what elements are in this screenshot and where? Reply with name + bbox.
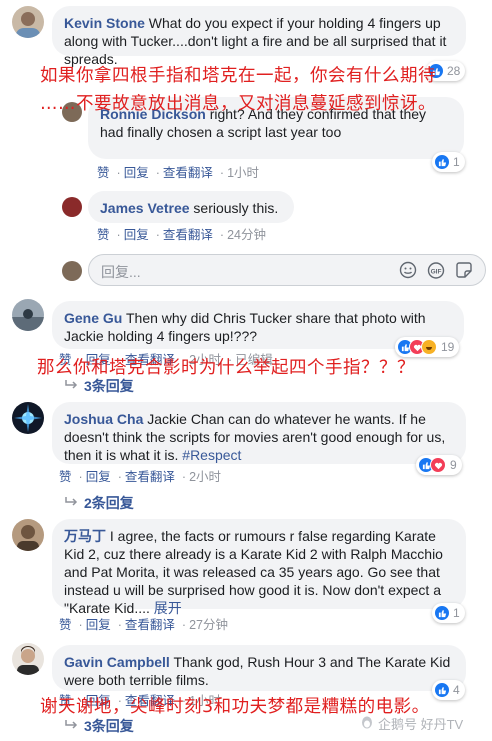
penguin-logo-icon	[360, 715, 374, 732]
replies-count: 3条回复	[84, 378, 134, 394]
like-link[interactable]: 赞	[97, 228, 110, 242]
watermark: 企鹅号 好丹TV	[360, 714, 463, 733]
haha-icon	[421, 339, 437, 355]
translation-overlay: 那么你和塔克合影时为什么举起四个手指？？？	[37, 358, 415, 378]
replies-count: 3条回复	[84, 718, 134, 734]
reply-input[interactable]: 回复... GIF	[88, 254, 486, 286]
avatar	[62, 261, 82, 281]
comment-author[interactable]: Gavin Campbell	[64, 654, 170, 670]
reaction-summary[interactable]: 9	[416, 455, 462, 475]
reply-arrow-icon	[64, 378, 78, 394]
reaction-count: 4	[453, 683, 460, 697]
comment-bubble: Joshua Cha Jackie Chan can do whatever h…	[52, 402, 466, 464]
translate-link[interactable]: 查看翻译	[125, 618, 175, 632]
like-icon	[434, 682, 450, 698]
comment-author[interactable]: 万马丁	[64, 528, 106, 544]
reaction-summary[interactable]: 1	[432, 603, 465, 623]
comment-author[interactable]: Joshua Cha	[64, 411, 143, 427]
reply-arrow-icon	[64, 495, 78, 511]
comment-author[interactable]: Kevin Stone	[64, 15, 145, 31]
translate-link[interactable]: 查看翻译	[163, 166, 213, 180]
reaction-count: 28	[447, 64, 461, 78]
replies-count: 2条回复	[84, 495, 134, 511]
svg-text:GIF: GIF	[431, 269, 442, 276]
avatar[interactable]	[12, 643, 44, 675]
reply-link[interactable]: 回复	[124, 166, 149, 180]
view-replies-link[interactable]: 3条回复	[64, 716, 134, 736]
reaction-count: 1	[453, 606, 460, 620]
like-icon	[434, 605, 450, 621]
like-link[interactable]: 赞	[59, 618, 72, 632]
reaction-count: 9	[450, 458, 457, 472]
timestamp[interactable]: 2小时	[189, 470, 221, 484]
comment-actions: 赞 · 回复 · 查看翻译 · 2小时	[59, 470, 222, 484]
gif-icon[interactable]: GIF	[427, 262, 445, 284]
avatar[interactable]	[12, 402, 44, 434]
view-replies-link[interactable]: 3条回复	[64, 376, 134, 396]
view-replies-link[interactable]: 2条回复	[64, 493, 134, 513]
reply-link[interactable]: 回复	[86, 618, 111, 632]
love-icon	[430, 457, 446, 473]
reaction-count: 19	[441, 340, 455, 354]
reply-input-placeholder: 回复...	[101, 264, 141, 280]
reply-arrow-icon	[64, 718, 78, 734]
reaction-count: 1	[453, 155, 460, 169]
timestamp[interactable]: 1小时	[227, 166, 259, 180]
comment-actions: 赞 · 回复 · 查看翻译 · 1小时	[97, 166, 260, 180]
avatar[interactable]	[12, 299, 44, 331]
translate-link[interactable]: 查看翻译	[163, 228, 213, 242]
translation-overlay: ……不要故意放出消息，又对消息蔓延感到惊讶。	[40, 94, 436, 114]
comment-actions: 赞 · 回复 · 查看翻译 · 27分钟	[59, 618, 228, 632]
comment-actions: 赞 · 回复 · 查看翻译 · 24分钟	[97, 228, 266, 242]
comment-author[interactable]: James Vetree	[100, 200, 190, 216]
translate-link[interactable]: 查看翻译	[125, 470, 175, 484]
timestamp[interactable]: 27分钟	[189, 618, 228, 632]
comment-bubble: Gavin Campbell Thank god, Rush Hour 3 an…	[52, 645, 466, 691]
translation-overlay: 如果你拿四根手指和塔克在一起，你会有什么期待	[40, 66, 436, 86]
comment-text: seriously this.	[193, 200, 279, 216]
sticker-icon[interactable]	[455, 261, 473, 284]
avatar[interactable]	[12, 6, 44, 38]
reply-link[interactable]: 回复	[124, 228, 149, 242]
avatar[interactable]	[62, 197, 82, 217]
comment-author[interactable]: Gene Gu	[64, 310, 122, 326]
timestamp[interactable]: 24分钟	[227, 228, 266, 242]
hashtag-link[interactable]: #Respect	[182, 447, 241, 463]
comment-bubble: 万马丁 I agree, the facts or rumours r fals…	[52, 519, 466, 616]
like-link[interactable]: 赞	[97, 166, 110, 180]
like-icon	[434, 154, 450, 170]
comment-bubble: James Vetree seriously this.	[88, 191, 294, 223]
comment-text: I agree, the facts or rumours r false re…	[64, 528, 443, 616]
reaction-summary[interactable]: 1	[432, 152, 465, 172]
avatar[interactable]	[12, 519, 44, 551]
reply-link[interactable]: 回复	[86, 470, 111, 484]
emoji-icon[interactable]	[399, 261, 417, 284]
reaction-summary[interactable]: 4	[432, 680, 465, 700]
like-link[interactable]: 赞	[59, 470, 72, 484]
comment-bubble: Kevin Stone What do you expect if your h…	[52, 6, 466, 67]
